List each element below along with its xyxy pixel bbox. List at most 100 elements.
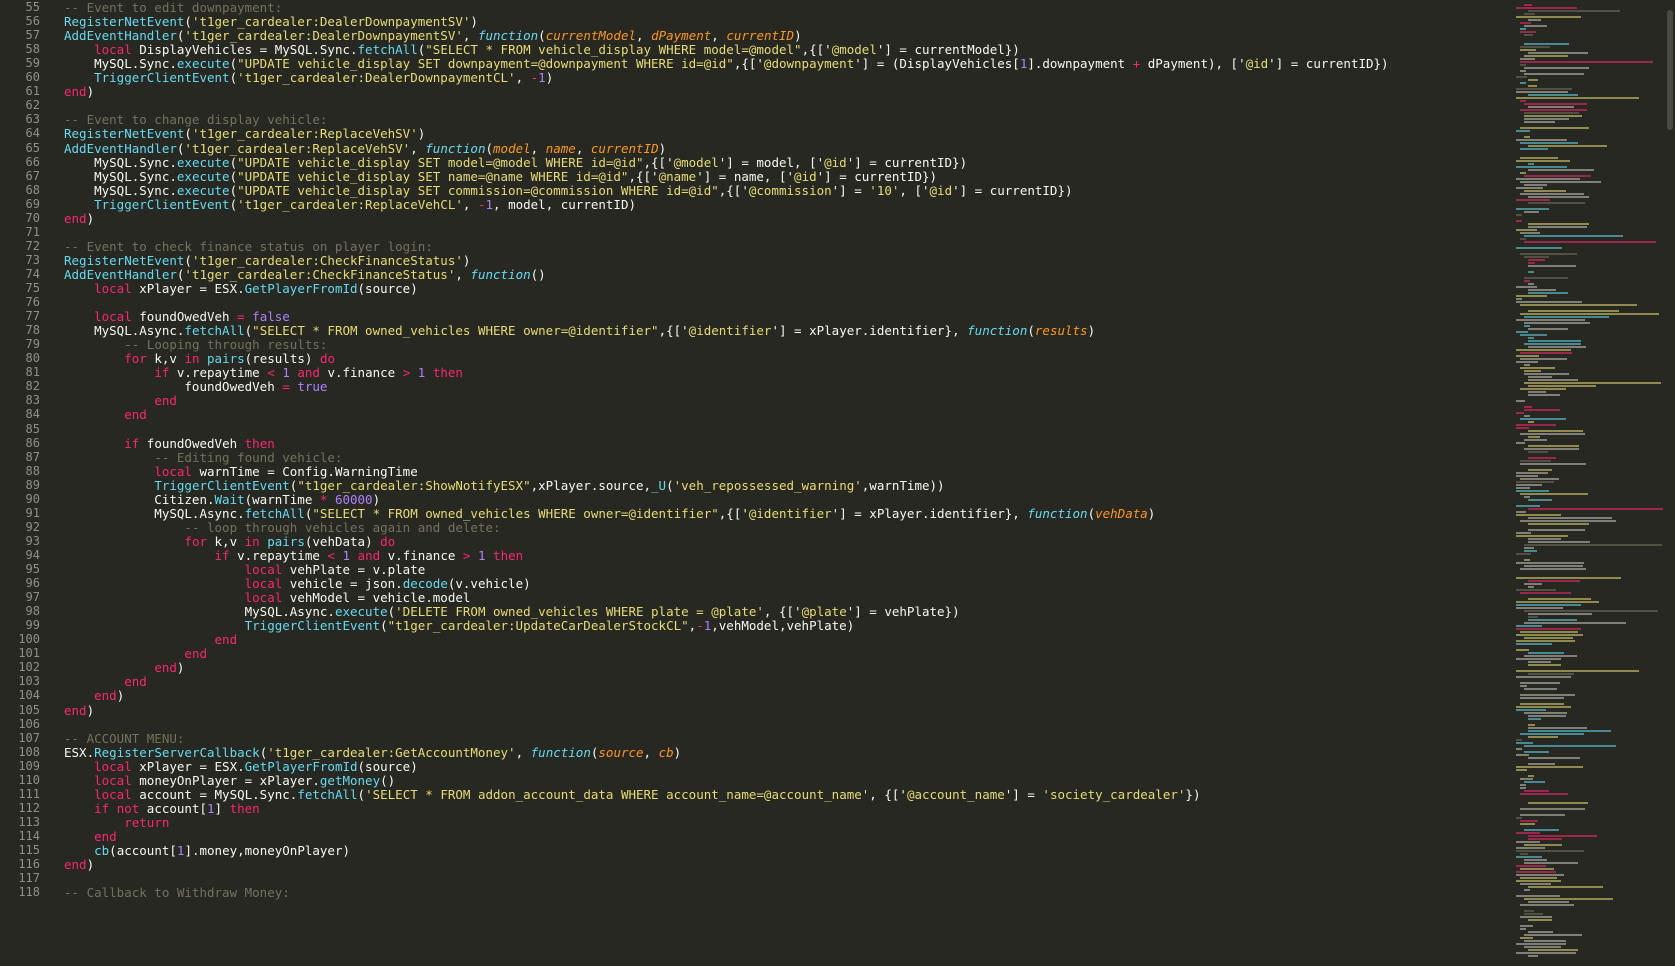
code-line[interactable]: 102 end) [0, 660, 1500, 675]
code-line[interactable]: 60 TriggerClientEvent('t1ger_cardealer:D… [0, 70, 1500, 85]
minimap-line [1524, 547, 1534, 549]
code-line[interactable]: 69 TriggerClientEvent('t1ger_cardealer:R… [0, 197, 1500, 212]
code-line[interactable]: 78 MySQL.Async.fetchAll ("SELECT * FROM o… [0, 323, 1500, 338]
code-line[interactable]: 67 MySQL.Sync.execute("UPDATE vehicle_di… [0, 169, 1500, 184]
minimap-line [1516, 589, 1556, 591]
code-token: function [477, 28, 539, 44]
code-line[interactable]: 108 ESX.RegisterServerCallback('t1ger_car… [0, 745, 1500, 760]
code-line[interactable]: 112 if not account[1] then [0, 801, 1500, 816]
minimap-line [1528, 163, 1534, 165]
code-line[interactable]: 77 local foundOwedVeh = false [0, 309, 1500, 324]
code-line[interactable]: 85 [0, 422, 1500, 437]
minimap-line [1528, 919, 1552, 921]
code-line[interactable]: 62 [0, 98, 1500, 113]
code-line[interactable]: 84 end [0, 407, 1500, 422]
minimap-line [1516, 766, 1583, 768]
code-line[interactable]: 106 [0, 717, 1500, 732]
code-token: ) [417, 126, 426, 142]
code-line[interactable]: 109 local xPlayer = ESX.GetPlayerFromId(… [0, 759, 1500, 774]
code-line[interactable]: 117 [0, 871, 1500, 886]
code-line[interactable]: 80 for k,v in pairs(results) do [0, 351, 1500, 366]
code-token: 'SELECT * FROM addon_account_data WHERE … [365, 786, 870, 802]
code-line[interactable]: 94 if v.repaytime < 1 and v.finance > 1 … [0, 548, 1500, 563]
code-token: ] [214, 800, 230, 816]
code-line[interactable]: 107 -- ACCOUNT MENU: [0, 731, 1500, 746]
code-line[interactable]: 116 end) [0, 857, 1500, 872]
code-line[interactable]: 65 AddEventHandler ('t1ger_cardealer:Repla… [0, 141, 1500, 156]
code-token: getMoney [319, 772, 381, 788]
minimap-scrollbar[interactable] [1667, 10, 1673, 130]
code-line[interactable]: 93 for k,v in pairs(vehData) do [0, 534, 1500, 549]
code-line[interactable]: 89 TriggerClientEvent ("t1ger_cardealer:S… [0, 478, 1500, 493]
minimap-line [1516, 847, 1545, 849]
code-line[interactable]: 76 [0, 295, 1500, 310]
code-token: ) [116, 688, 125, 704]
code-token: false [252, 309, 290, 325]
code-line[interactable]: 103 end [0, 674, 1500, 689]
code-line[interactable]: 95 local vehPlate = v.plate [0, 562, 1500, 577]
minimap-line [1520, 304, 1637, 306]
code-line[interactable]: 58 local DisplayVehicles = MySQL.Sync.fe… [0, 42, 1500, 57]
code-line[interactable]: 68 MySQL.Sync.execute("UPDATE vehicle_di… [0, 183, 1500, 198]
code-line[interactable]: 57 AddEventHandler ('t1ger_cardealer:Deale… [0, 28, 1500, 43]
code-line[interactable]: 56 RegisterNetEvent('t1ger_cardealer:Deal… [0, 14, 1500, 29]
code-token: (source) [357, 758, 418, 774]
code-line[interactable]: 118 -- Callback to Withdraw Money: [0, 885, 1500, 900]
line-number: 104 [18, 688, 40, 703]
code-line[interactable]: 81 if v.repaytime < 1 and v.finance > 1 … [0, 365, 1500, 380]
code-line[interactable]: 104 end) [0, 688, 1500, 703]
minimap-line [1516, 850, 1584, 852]
code-line[interactable]: 90 Citizen.Wait(warnTime * 60000) [0, 492, 1500, 507]
code-token: _U [651, 477, 667, 493]
code-line[interactable]: 82 foundOwedVeh = true [0, 379, 1500, 394]
code-line[interactable]: 101 end [0, 646, 1500, 661]
line-code: local vehicle = json.decode(v.vehicle) [64, 576, 531, 591]
code-line[interactable]: 113 return [0, 815, 1500, 830]
code-line[interactable]: 74 AddEventHandler('t1ger_cardealer:Check… [0, 267, 1500, 282]
code-token: end [154, 393, 177, 409]
line-code: local vehModel = vehicle.model [64, 590, 471, 605]
code-line[interactable]: 97 local vehModel = vehicle.model [0, 590, 1500, 605]
code-line[interactable]: 87 -- Editing found vehicle: [0, 450, 1500, 465]
code-line[interactable]: 114 end [0, 829, 1500, 844]
code-line[interactable]: 110 local moneyOnPlayer = xPlayer.getMon… [0, 773, 1500, 788]
code-line[interactable]: 79 -- Looping through results: [0, 337, 1500, 352]
minimap-line [1524, 370, 1541, 372]
code-line[interactable]: 88 local warnTime = Config.WarningTime [0, 464, 1500, 479]
code-token: execute [176, 56, 230, 72]
code-editor[interactable]: 55 -- Event to edit downpayment: 56 Registe… [0, 0, 1510, 966]
code-line[interactable]: 61 end) [0, 84, 1500, 99]
minimap-line [1520, 28, 1526, 30]
code-line[interactable]: 71 [0, 225, 1500, 240]
code-line[interactable]: 100 end [0, 632, 1500, 647]
code-line[interactable]: 92 -- loop through vehicles again and de… [0, 520, 1500, 535]
code-line[interactable]: 72 -- Event to check finance status on pl… [0, 239, 1500, 254]
code-line[interactable]: 64 RegisterNetEvent('t1ger_cardealer:Repl… [0, 126, 1500, 141]
code-line[interactable]: 96 local vehicle = json.decode(v.vehicle… [0, 576, 1500, 591]
code-line[interactable]: 63 -- Event to change display vehicle: [0, 112, 1500, 127]
code-line[interactable]: 99 TriggerClientEvent("t1ger_cardealer:U… [0, 618, 1500, 633]
code-line[interactable]: 75 local xPlayer = ESX.GetPlayerFromId(s… [0, 281, 1500, 296]
code-token: 't1ger_cardealer:ReplaceVehSV' [191, 126, 418, 142]
minimap-line [1520, 493, 1588, 495]
code-line[interactable]: 86 if foundOwedVeh then [0, 436, 1500, 451]
code-line[interactable]: 83 end [0, 393, 1500, 408]
code-line[interactable]: 111 local account = MySQL.Sync.fetchAll(… [0, 787, 1500, 802]
code-line[interactable]: 70 end) [0, 211, 1500, 226]
code-line[interactable]: 115 cb(account[1].money,moneyOnPlayer) [0, 843, 1500, 858]
line-number: 79 [25, 337, 40, 352]
minimap-line [1516, 880, 1561, 882]
code-line[interactable]: 59 MySQL.Sync.execute("UPDATE vehicle_di… [0, 56, 1500, 71]
code-line[interactable]: 66 MySQL.Sync.execute("UPDATE vehicle_di… [0, 155, 1500, 170]
code-line[interactable]: 55 -- Event to edit downpayment: [0, 0, 1500, 15]
code-line[interactable]: 73 RegisterNetEvent('t1ger_cardealer:Chec… [0, 253, 1500, 268]
code-line[interactable]: 105 end) [0, 703, 1500, 718]
line-number: 55 [25, 0, 40, 14]
minimap[interactable] [1510, 0, 1675, 966]
code-line[interactable]: 98 MySQL.Async.execute('DELETE FROM owne… [0, 604, 1500, 619]
code-line[interactable]: 91 MySQL.Async.fetchAll ("SELECT * FROM o… [0, 506, 1500, 521]
line-number: 117 [18, 871, 40, 886]
minimap-line [1528, 523, 1589, 525]
